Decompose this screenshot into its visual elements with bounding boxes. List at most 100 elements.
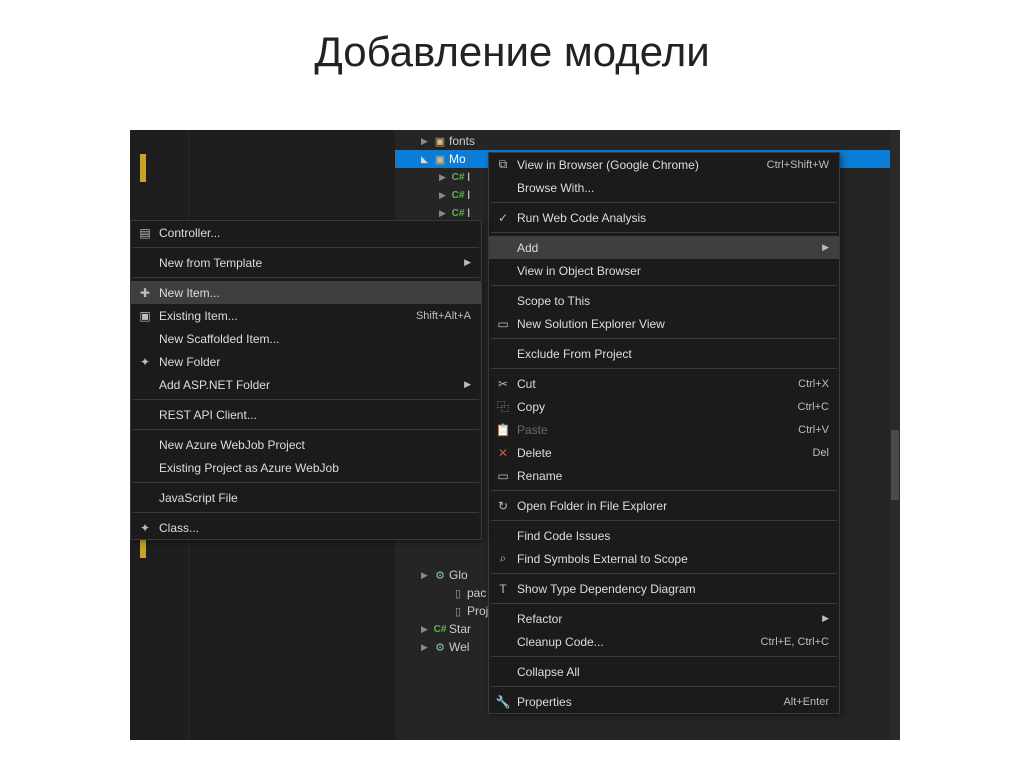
menu-separator	[491, 603, 837, 604]
menu-item[interactable]: ↻Open Folder in File Explorer	[489, 494, 839, 517]
menu-shortcut: Ctrl+Shift+W	[767, 159, 839, 171]
menu-item-label: REST API Client...	[159, 408, 481, 422]
menu-item[interactable]: REST API Client...	[131, 403, 481, 426]
tree-label: fonts	[449, 134, 900, 148]
menu-item[interactable]: ▤Controller...	[131, 221, 481, 244]
expander-icon[interactable]: ▶	[439, 172, 449, 183]
expander-icon[interactable]: ▶	[421, 642, 431, 653]
menu-item[interactable]: ✦New Folder	[131, 350, 481, 373]
menu-item-label: Refactor	[517, 612, 822, 626]
menu-item[interactable]: Existing Project as Azure WebJob	[131, 456, 481, 479]
change-marker	[140, 154, 146, 182]
menu-item[interactable]: ▣Existing Item...Shift+Alt+A	[131, 304, 481, 327]
menu-item-label: Exclude From Project	[517, 347, 839, 361]
csharp-icon: C#	[449, 190, 467, 201]
menu-item[interactable]: ⿻CopyCtrl+C	[489, 395, 839, 418]
menu-item-label: New Item...	[159, 286, 481, 300]
expander-icon[interactable]: ▶	[421, 136, 431, 147]
rename-icon: ▭	[489, 469, 517, 483]
config-icon: ⚙	[431, 641, 449, 654]
csharp-icon: C#	[449, 208, 467, 219]
expander-icon[interactable]: ▶	[421, 624, 431, 635]
find-icon: ⌕	[489, 551, 517, 566]
menu-item-label: Scope to This	[517, 294, 839, 308]
menu-item-label: Controller...	[159, 226, 481, 240]
menu-separator	[491, 285, 837, 286]
menu-item-label: Cleanup Code...	[517, 635, 761, 649]
submenu-arrow-icon: ▶	[464, 257, 481, 268]
scrollbar-thumb[interactable]	[891, 430, 899, 500]
menu-item[interactable]: ⧉View in Browser (Google Chrome)Ctrl+Shi…	[489, 153, 839, 176]
menu-item[interactable]: ✓Run Web Code Analysis	[489, 206, 839, 229]
menu-item-label: Rename	[517, 469, 839, 483]
menu-item[interactable]: ⌕Find Symbols External to Scope	[489, 547, 839, 570]
menu-item[interactable]: ✂CutCtrl+X	[489, 372, 839, 395]
check-icon: ✓	[489, 211, 517, 225]
folder-icon: ▣	[431, 135, 449, 148]
menu-item[interactable]: ✕DeleteDel	[489, 441, 839, 464]
menu-item-label: Existing Project as Azure WebJob	[159, 461, 481, 475]
menu-item[interactable]: New from Template▶	[131, 251, 481, 274]
add-submenu[interactable]: ▤Controller...New from Template▶✚New Ite…	[130, 220, 482, 540]
menu-item[interactable]: ▭Rename	[489, 464, 839, 487]
menu-shortcut: Ctrl+X	[798, 378, 839, 390]
menu-item-label: Cut	[517, 377, 798, 391]
menu-item[interactable]: Find Code Issues	[489, 524, 839, 547]
menu-separator	[491, 573, 837, 574]
ctrl-icon: ▤	[131, 226, 159, 240]
menu-item[interactable]: ✚New Item...	[131, 281, 481, 304]
slide-title: Добавление модели	[0, 28, 1024, 76]
menu-item[interactable]: View in Object Browser	[489, 259, 839, 282]
menu-separator	[133, 512, 479, 513]
config-icon: ⚙	[431, 569, 449, 582]
menu-item[interactable]: Cleanup Code...Ctrl+E, Ctrl+C	[489, 630, 839, 653]
menu-item-label: New from Template	[159, 256, 464, 270]
menu-shortcut: Ctrl+E, Ctrl+C	[761, 636, 839, 648]
menu-item-label: Browse With...	[517, 181, 839, 195]
context-menu[interactable]: ⧉View in Browser (Google Chrome)Ctrl+Shi…	[488, 152, 840, 714]
cut-icon: ✂	[489, 377, 517, 391]
file-icon: ▯	[449, 587, 467, 600]
menu-item[interactable]: Add▶	[489, 236, 839, 259]
expander-icon[interactable]: ◣	[421, 154, 431, 165]
menu-item-label: New Azure WebJob Project	[159, 438, 481, 452]
menu-item[interactable]: New Azure WebJob Project	[131, 433, 481, 456]
scrollbar[interactable]	[890, 130, 900, 740]
expander-icon[interactable]: ▶	[421, 570, 431, 581]
menu-separator	[133, 399, 479, 400]
menu-separator	[491, 202, 837, 203]
menu-item[interactable]: JavaScript File	[131, 486, 481, 509]
menu-item-label: New Solution Explorer View	[517, 317, 839, 331]
class-icon: ✦	[131, 521, 159, 535]
menu-item-label: Properties	[517, 695, 783, 709]
expander-icon[interactable]: ▶	[439, 190, 449, 201]
diagram-icon: T	[489, 582, 517, 596]
folder-icon: ▣	[431, 153, 449, 166]
menu-item[interactable]: ✦Class...	[131, 516, 481, 539]
menu-item-label: JavaScript File	[159, 491, 481, 505]
menu-item-label: Class...	[159, 521, 481, 535]
menu-item[interactable]: Collapse All	[489, 660, 839, 683]
submenu-arrow-icon: ▶	[464, 379, 481, 390]
menu-separator	[133, 429, 479, 430]
submenu-arrow-icon: ▶	[822, 613, 839, 624]
menu-item[interactable]: Refactor▶	[489, 607, 839, 630]
menu-item[interactable]: 🔧PropertiesAlt+Enter	[489, 690, 839, 713]
menu-item[interactable]: Browse With...	[489, 176, 839, 199]
menu-item[interactable]: New Scaffolded Item...	[131, 327, 481, 350]
menu-separator	[491, 656, 837, 657]
menu-item[interactable]: ▭New Solution Explorer View	[489, 312, 839, 335]
menu-item-label: Find Code Issues	[517, 529, 839, 543]
menu-item-label: Add ASP.NET Folder	[159, 378, 464, 392]
menu-item[interactable]: Scope to This	[489, 289, 839, 312]
tree-item-fonts[interactable]: ▶ ▣ fonts	[395, 132, 900, 150]
menu-item-label: Paste	[517, 423, 798, 437]
screenshot-area: ▶ ▣ fonts ◣ ▣ Mo ▶ C# I ▶ C# I ▶ C# I ▶ …	[130, 130, 900, 740]
newfolder-icon: ✦	[131, 355, 159, 369]
menu-item[interactable]: Exclude From Project	[489, 342, 839, 365]
csharp-icon: C#	[431, 624, 449, 635]
menu-item[interactable]: TShow Type Dependency Diagram	[489, 577, 839, 600]
file-icon: ▯	[449, 605, 467, 618]
menu-item[interactable]: Add ASP.NET Folder▶	[131, 373, 481, 396]
expander-icon[interactable]: ▶	[439, 208, 449, 219]
